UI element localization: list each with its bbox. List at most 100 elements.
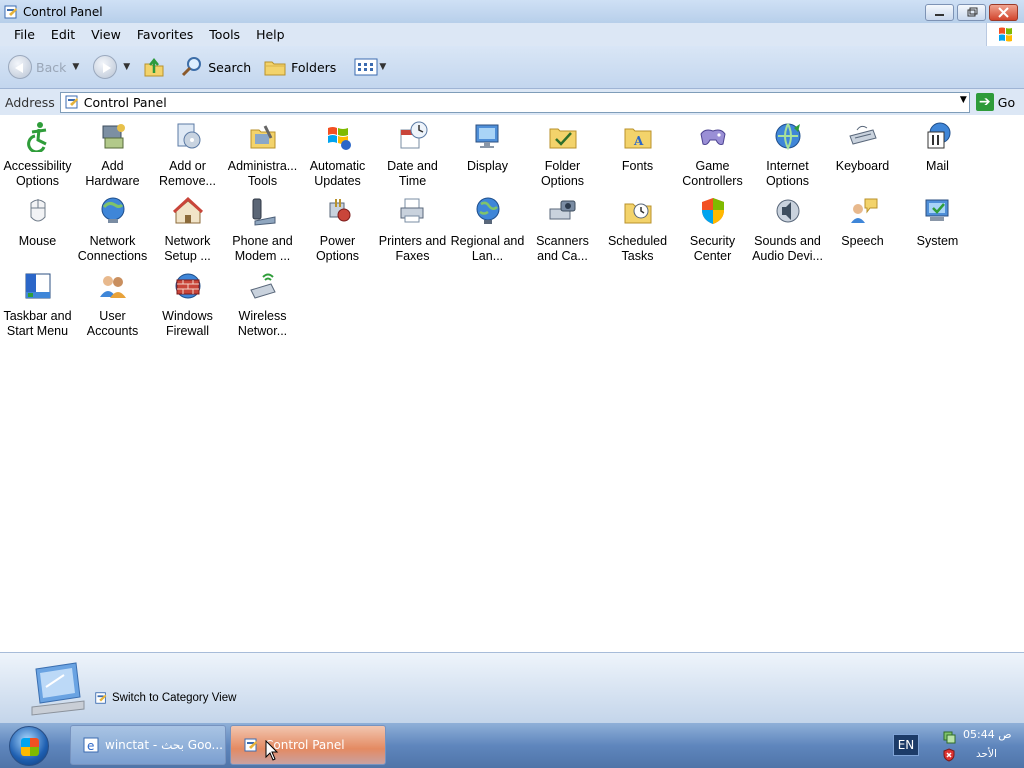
security-shield-tray-icon[interactable] (942, 748, 956, 762)
control-panel-item[interactable]: Internet Options (750, 117, 825, 192)
wireless-network-icon (249, 273, 276, 299)
sounds-audio-icon (776, 199, 799, 223)
control-panel-item[interactable]: Automatic Updates (300, 117, 375, 192)
network-tray-icon[interactable] (942, 730, 956, 744)
control-panel-item[interactable]: Add or Remove... (150, 117, 225, 192)
control-panel-item[interactable]: Phone and Modem ... (225, 192, 300, 267)
user-accounts-icon (99, 276, 126, 298)
svg-text:e: e (87, 739, 94, 753)
control-panel-item[interactable]: Add Hardware (75, 117, 150, 192)
display-icon (475, 124, 498, 148)
forward-button[interactable]: ▼ (93, 55, 130, 79)
control-panel-item-label: Game Controllers (682, 159, 743, 188)
taskbar-button-browser[interactable]: e winctat - بحث Goo... (70, 725, 226, 765)
control-panel-item[interactable]: System (900, 192, 975, 267)
taskbar-label: winctat - بحث Goo... (105, 738, 223, 752)
power-options-icon (329, 199, 350, 222)
address-dropdown-icon[interactable]: ▼ (960, 95, 967, 105)
restore-button[interactable] (957, 4, 986, 21)
menu-edit[interactable]: Edit (43, 27, 83, 42)
scanners-cameras-icon (549, 200, 575, 220)
up-button[interactable] (142, 55, 166, 79)
menu-view[interactable]: View (83, 27, 129, 42)
views-icon (354, 58, 378, 76)
control-panel-item-label: Scanners and Ca... (536, 234, 589, 263)
control-panel-item[interactable]: Printers and Faxes (375, 192, 450, 267)
taskbar-start-menu-icon (25, 273, 50, 299)
close-icon (998, 7, 1009, 18)
address-bar: Address Control Panel ▼ ➔ Go (0, 89, 1024, 115)
game-controllers-icon (699, 129, 726, 145)
control-panel-items: Accessibility Options Add Hardware Add or … (0, 117, 975, 342)
taskbar-button-control-panel[interactable]: Control Panel (230, 725, 386, 765)
address-value: Control Panel (83, 94, 167, 110)
control-panel-item[interactable]: Wireless Networ... (225, 267, 300, 342)
folders-button[interactable]: Folders (263, 55, 336, 79)
views-button[interactable]: ▼ (354, 57, 386, 77)
views-dropdown-icon[interactable]: ▼ (379, 62, 386, 72)
control-panel-item[interactable]: Windows Firewall (150, 267, 225, 342)
control-panel-item-label: Sounds and Audio Devi... (752, 234, 823, 263)
control-panel-item-label: Power Options (315, 234, 360, 263)
folders-icon (264, 61, 286, 76)
control-panel-item[interactable]: Display (450, 117, 525, 192)
control-panel-item[interactable]: Game Controllers (675, 117, 750, 192)
folder-options-icon (549, 128, 576, 149)
control-panel-icon (95, 692, 107, 704)
clock-time[interactable]: 05:44 ص (963, 728, 1012, 741)
control-panel-item[interactable]: Mail (900, 117, 975, 192)
back-button[interactable]: Back ▼ (8, 55, 79, 79)
search-button[interactable]: Search (180, 55, 251, 79)
clock-day[interactable]: الأحد (976, 748, 997, 760)
control-panel-item[interactable]: Network Setup ... (150, 192, 225, 267)
control-panel-item[interactable]: Regional and Lan... (450, 192, 525, 267)
control-panel-item-label: Speech (841, 234, 884, 248)
control-panel-item-label: User Accounts (86, 309, 139, 338)
add-remove-programs-icon (177, 123, 200, 149)
add-hardware-icon (102, 124, 125, 149)
minimize-icon (935, 14, 944, 16)
forward-dropdown-icon[interactable]: ▼ (123, 62, 130, 72)
control-panel-item[interactable]: Network Connections (75, 192, 150, 267)
menu-file[interactable]: File (6, 27, 43, 42)
control-panel-item-label: Display (467, 159, 508, 173)
mail-icon (927, 122, 950, 149)
control-panel-item[interactable]: A Fonts (600, 117, 675, 192)
minimize-button[interactable] (925, 4, 954, 21)
menu-favorites[interactable]: Favorites (129, 27, 201, 42)
start-button[interactable] (9, 726, 49, 766)
control-panel-item-label: Security Center (689, 234, 736, 263)
printers-faxes-icon (400, 198, 423, 223)
control-panel-item[interactable]: Scheduled Tasks (600, 192, 675, 267)
control-panel-item[interactable]: Sounds and Audio Devi... (750, 192, 825, 267)
control-panel-large-icon (31, 662, 85, 716)
control-panel-icon (65, 95, 78, 109)
control-panel-item[interactable]: Power Options (300, 192, 375, 267)
control-panel-item[interactable]: Keyboard (825, 117, 900, 192)
control-panel-item[interactable]: Scanners and Ca... (525, 192, 600, 267)
control-panel-item[interactable]: Accessibility Options (0, 117, 75, 192)
forward-arrow-icon (93, 55, 118, 79)
language-indicator[interactable]: EN (893, 734, 919, 756)
menu-help[interactable]: Help (248, 27, 293, 42)
control-panel-item-label: Mail (926, 159, 949, 173)
security-center-icon (701, 198, 724, 224)
address-input[interactable]: Control Panel ▼ (59, 91, 970, 113)
control-panel-item[interactable]: Security Center (675, 192, 750, 267)
address-label: Address (5, 94, 55, 110)
control-panel-item[interactable]: Mouse (0, 192, 75, 267)
close-button[interactable] (989, 4, 1018, 21)
control-panel-item-label: Phone and Modem ... (232, 234, 293, 263)
administrative-tools-icon (250, 125, 275, 149)
control-panel-item[interactable]: Administra... Tools (225, 117, 300, 192)
back-dropdown-icon[interactable]: ▼ (72, 62, 79, 72)
control-panel-item[interactable]: User Accounts (75, 267, 150, 342)
control-panel-item[interactable]: Taskbar and Start Menu (0, 267, 75, 342)
menu-tools[interactable]: Tools (201, 27, 248, 42)
control-panel-item[interactable]: Folder Options (525, 117, 600, 192)
go-button[interactable]: ➔ Go (975, 93, 1015, 111)
control-panel-item-label: Regional and Lan... (450, 234, 525, 263)
control-panel-item[interactable]: Date and Time (375, 117, 450, 192)
switch-to-category-view-link[interactable]: Switch to Category View (94, 691, 236, 705)
control-panel-item[interactable]: Speech (825, 192, 900, 267)
